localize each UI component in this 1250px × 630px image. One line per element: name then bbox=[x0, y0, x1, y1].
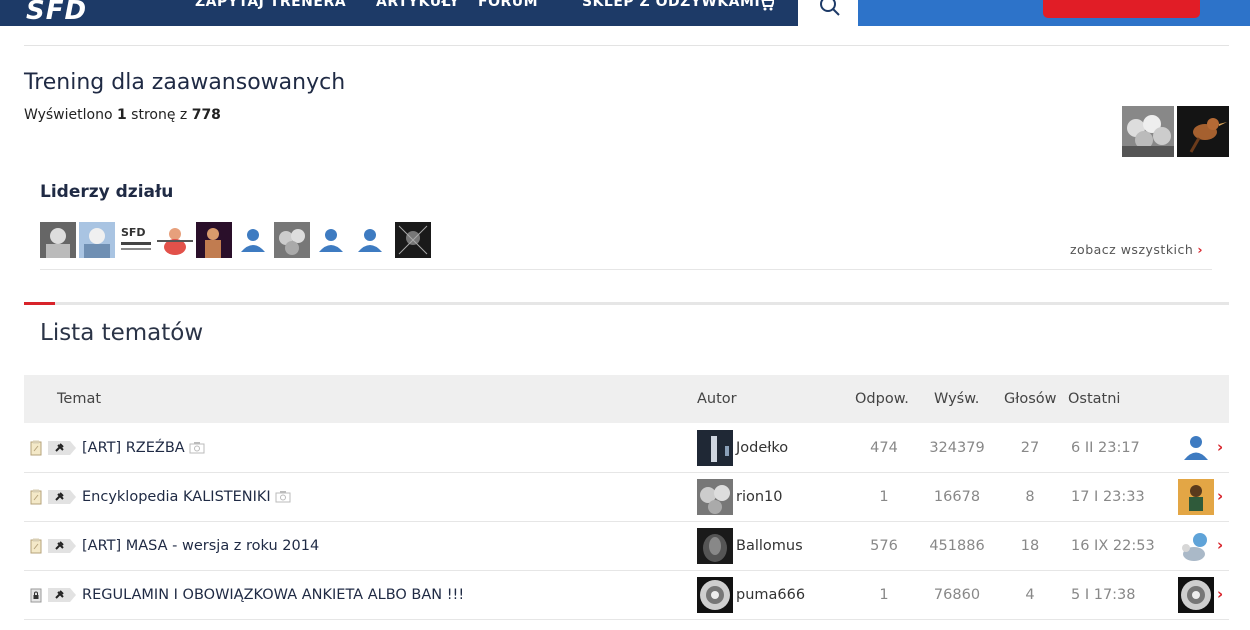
topics-table-header: Temat Autor Odpow. Wyśw. Głosów Ostatni bbox=[24, 375, 1229, 423]
topic-title-link[interactable]: [ART] MASA - wersja z roku 2014 bbox=[82, 538, 319, 554]
topic-title-link[interactable]: Encyklopedia KALISTENIKI bbox=[82, 489, 291, 505]
author-avatar[interactable] bbox=[697, 479, 733, 515]
camera-icon bbox=[275, 491, 291, 503]
leader-avatar[interactable] bbox=[157, 222, 193, 258]
divider bbox=[40, 269, 1212, 270]
clipboard-icon bbox=[30, 489, 42, 505]
user-icon bbox=[1184, 436, 1208, 460]
author-name-link[interactable]: Ballomus bbox=[736, 538, 803, 554]
last-poster-avatar[interactable] bbox=[1178, 577, 1214, 613]
author-avatar[interactable] bbox=[697, 528, 733, 564]
last-poster-avatar[interactable] bbox=[1178, 430, 1214, 466]
go-to-last-post-chevron-icon[interactable]: › bbox=[1217, 487, 1223, 505]
votes-count: 18 bbox=[1020, 538, 1040, 554]
column-header-author[interactable]: Autor bbox=[697, 391, 737, 407]
pin-icon bbox=[48, 588, 76, 602]
last-poster-avatar[interactable] bbox=[1178, 528, 1214, 564]
views-count: 451886 bbox=[929, 538, 985, 554]
search-button[interactable] bbox=[798, 0, 858, 26]
leader-avatar[interactable] bbox=[274, 222, 310, 258]
go-to-last-post-chevron-icon[interactable]: › bbox=[1217, 536, 1223, 554]
clipboard-icon bbox=[30, 538, 42, 554]
nav-link-articles[interactable]: ARTYKUŁY bbox=[376, 0, 460, 10]
pin-icon bbox=[48, 441, 76, 455]
table-row[interactable]: Encyklopedia KALISTENIKI rion10 1 16678 … bbox=[24, 473, 1229, 522]
chevron-right-icon: › bbox=[1197, 242, 1203, 257]
page-count-info: Wyświetlono 1 stronę z 778 bbox=[24, 107, 221, 123]
clipboard-icon bbox=[30, 440, 42, 456]
author-name-link[interactable]: rion10 bbox=[736, 489, 783, 505]
replies-count: 576 bbox=[870, 538, 898, 554]
pin-icon bbox=[48, 539, 76, 553]
leader-avatar-placeholder[interactable] bbox=[235, 222, 271, 258]
views-count: 76860 bbox=[933, 587, 981, 603]
topic-title-link[interactable]: [ART] RZEŹBA bbox=[82, 440, 205, 456]
page-title: Trening dla zaawansowanych bbox=[24, 70, 346, 95]
search-icon bbox=[820, 0, 840, 16]
column-header-replies[interactable]: Odpow. bbox=[855, 391, 909, 407]
replies-count: 474 bbox=[870, 440, 898, 456]
go-to-last-post-chevron-icon[interactable]: › bbox=[1217, 585, 1223, 603]
lock-icon bbox=[30, 588, 42, 603]
table-row[interactable]: [ART] MASA - wersja z roku 2014 Ballomus… bbox=[24, 522, 1229, 571]
see-all-leaders-link[interactable]: zobacz wszystkich › bbox=[1070, 242, 1203, 257]
leader-avatar[interactable] bbox=[395, 222, 431, 258]
views-count: 324379 bbox=[929, 440, 985, 456]
leader-avatar[interactable]: SFD bbox=[118, 222, 154, 258]
views-count: 16678 bbox=[933, 489, 981, 505]
last-post-date[interactable]: 5 I 17:38 bbox=[1071, 587, 1136, 603]
top-navbar: SFD ZAPYTAJ TRENERA ARTYKUŁY FORUM SKLEP… bbox=[0, 0, 1250, 26]
go-to-last-post-chevron-icon[interactable]: › bbox=[1217, 438, 1223, 456]
last-poster-avatar[interactable] bbox=[1178, 479, 1214, 515]
author-avatar[interactable] bbox=[697, 430, 733, 466]
author-avatar[interactable] bbox=[697, 577, 733, 613]
last-post-date[interactable]: 6 II 23:17 bbox=[1071, 440, 1140, 456]
camera-icon bbox=[189, 442, 205, 454]
leader-avatar-placeholder[interactable] bbox=[313, 222, 349, 258]
votes-count: 27 bbox=[1020, 440, 1040, 456]
register-button[interactable] bbox=[1043, 0, 1200, 18]
nav-link-forum[interactable]: FORUM bbox=[478, 0, 538, 10]
user-icon bbox=[241, 229, 265, 252]
user-icon bbox=[358, 229, 382, 252]
column-header-last[interactable]: Ostatni bbox=[1068, 391, 1120, 407]
pin-icon bbox=[48, 490, 76, 504]
leader-avatar[interactable] bbox=[79, 222, 115, 258]
table-row[interactable]: REGULAMIN I OBOWIĄZKOWA ANKIETA ALBO BAN… bbox=[24, 571, 1229, 620]
section-divider-accent bbox=[24, 302, 55, 305]
moderator-avatar[interactable] bbox=[1122, 106, 1174, 157]
leaders-title: Liderzy działu bbox=[40, 182, 174, 202]
leader-avatar-placeholder[interactable] bbox=[352, 222, 388, 258]
user-icon bbox=[319, 229, 343, 252]
replies-count: 1 bbox=[879, 587, 889, 603]
votes-count: 4 bbox=[1025, 587, 1035, 603]
nav-link-ask-trainer[interactable]: ZAPYTAJ TRENERA bbox=[195, 0, 346, 10]
last-post-date[interactable]: 17 I 23:33 bbox=[1071, 489, 1145, 505]
table-row[interactable]: [ART] RZEŹBA Jodełko 474 324379 27 6 II … bbox=[24, 424, 1229, 473]
author-name-link[interactable]: Jodełko bbox=[736, 440, 788, 456]
column-header-topic[interactable]: Temat bbox=[57, 391, 101, 407]
site-logo[interactable]: SFD bbox=[26, 0, 87, 26]
leader-avatar[interactable] bbox=[40, 222, 76, 258]
votes-count: 8 bbox=[1025, 489, 1035, 505]
last-post-date[interactable]: 16 IX 22:53 bbox=[1071, 538, 1155, 554]
column-header-views[interactable]: Wyśw. bbox=[934, 391, 979, 407]
nav-link-shop[interactable]: SKLEP Z ODŻYWKAMI bbox=[582, 0, 760, 10]
replies-count: 1 bbox=[879, 489, 889, 505]
topic-title-link[interactable]: REGULAMIN I OBOWIĄZKOWA ANKIETA ALBO BAN… bbox=[82, 587, 464, 603]
section-divider bbox=[24, 302, 1229, 305]
svg-text:SFD: SFD bbox=[121, 226, 146, 239]
moderator-avatar[interactable] bbox=[1177, 106, 1229, 157]
cart-icon[interactable] bbox=[758, 0, 776, 15]
topic-list-title: Lista tematów bbox=[40, 320, 204, 346]
divider bbox=[24, 45, 1229, 46]
column-header-votes[interactable]: Głosów bbox=[1004, 391, 1057, 407]
author-name-link[interactable]: puma666 bbox=[736, 587, 805, 603]
leader-avatar[interactable] bbox=[196, 222, 232, 258]
